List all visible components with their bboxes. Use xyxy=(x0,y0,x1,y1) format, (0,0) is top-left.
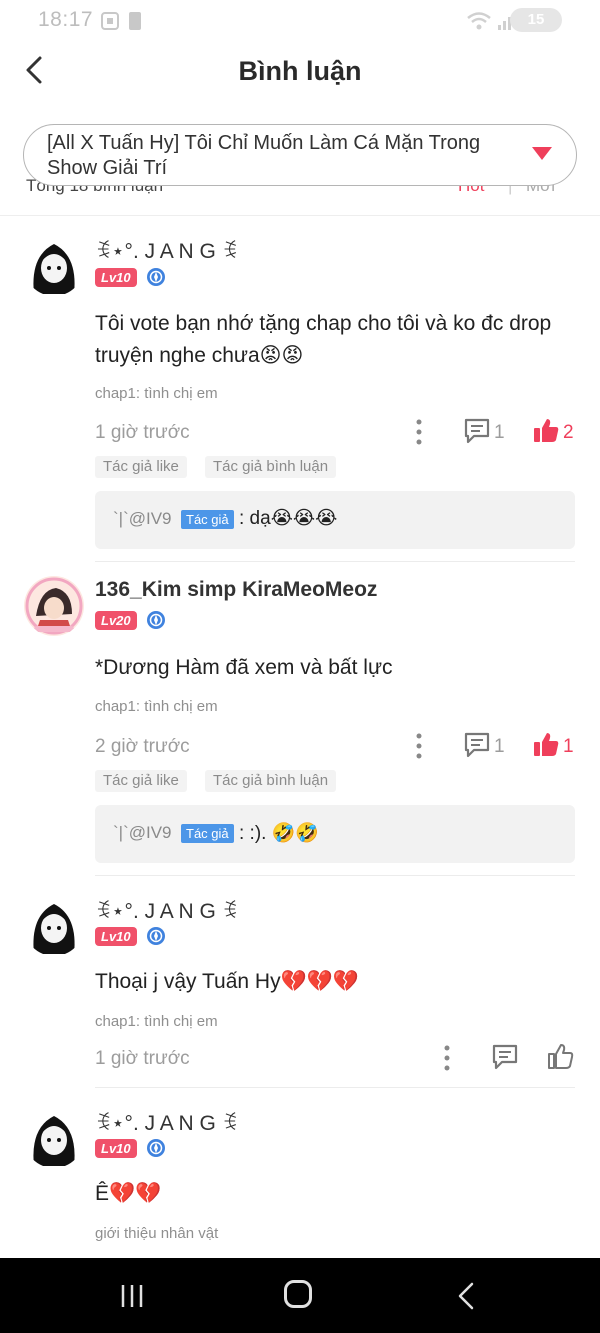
comment-divider xyxy=(95,561,575,562)
reply-icon[interactable] xyxy=(491,1043,519,1071)
author-reply[interactable]: `|`@IV9 Tác giả : :). 🤣🤣 xyxy=(95,805,575,863)
comment-item: ꉂ⋆°. J A N G ꉂ Lv10 Ê💔💔 giới thiệu nhân … xyxy=(0,1102,600,1258)
author-replied-tag: Tác giả bình luận xyxy=(205,770,337,792)
reply-text: : :). 🤣🤣 xyxy=(239,823,320,844)
like-count: 1 xyxy=(563,736,574,757)
more-options-icon[interactable] xyxy=(415,733,423,759)
more-options-icon[interactable] xyxy=(415,419,423,445)
author-liked-tag: Tác giả like xyxy=(95,770,187,792)
comment-chapter: chap1: tình chị em xyxy=(95,385,218,402)
battery-level: 15 xyxy=(527,11,545,28)
recent-apps-icon[interactable] xyxy=(119,1283,145,1309)
verified-icon xyxy=(147,611,165,629)
reply-icon[interactable] xyxy=(463,731,491,759)
comment-chapter: giới thiệu nhân vật xyxy=(95,1225,219,1242)
comment-text: Thoại j vậy Tuấn Hy💔💔💔 xyxy=(95,970,360,993)
comment-username[interactable]: 136_Kim simp KiraMeoMeoz xyxy=(95,578,377,602)
thumbs-up-outline-icon[interactable] xyxy=(546,1042,574,1070)
avatar[interactable] xyxy=(24,896,84,956)
wifi-icon xyxy=(467,12,491,30)
comment-username[interactable]: ꉂ⋆°. J A N G ꉂ xyxy=(95,896,238,924)
author-reply[interactable]: `|`@IV9 Tác giả : dạ😭😭😭 xyxy=(95,491,575,549)
comment-time: 2 giờ trước xyxy=(95,736,190,757)
avatar[interactable] xyxy=(24,576,84,636)
reply-icon[interactable] xyxy=(463,417,491,445)
comment-username[interactable]: ꉂ⋆°. J A N G ꉂ xyxy=(95,236,238,264)
author-replied-tag: Tác giả bình luận xyxy=(205,456,337,478)
avatar[interactable] xyxy=(24,236,84,296)
comment-time: 1 giờ trước xyxy=(95,1048,190,1069)
comment-divider xyxy=(95,875,575,876)
reply-count: 1 xyxy=(494,736,505,757)
more-options-icon[interactable] xyxy=(443,1045,451,1071)
author-liked-tag: Tác giả like xyxy=(95,456,187,478)
comment-username[interactable]: ꉂ⋆°. J A N G ꉂ xyxy=(95,1108,238,1136)
chapter-dropdown[interactable]: [All X Tuấn Hy] Tôi Chỉ Muốn Làm Cá Mặn … xyxy=(23,124,577,186)
verified-icon xyxy=(147,927,165,945)
status-time: 18:17 xyxy=(38,8,94,31)
thumbs-up-icon[interactable] xyxy=(532,730,560,758)
author-badge: Tác giả xyxy=(181,824,234,843)
nav-back-icon[interactable] xyxy=(456,1282,476,1310)
status-bar: 18:17 15 xyxy=(0,0,600,40)
screenshot-icon xyxy=(101,12,119,30)
reply-count: 1 xyxy=(494,422,505,443)
like-count: 2 xyxy=(563,422,574,443)
top-app-bar: Bình luận xyxy=(0,40,600,104)
comment-text: *Dương Hàm đã xem và bất lực xyxy=(95,656,393,679)
comment-divider xyxy=(95,1087,575,1088)
page-title: Bình luận xyxy=(238,56,362,86)
level-badge: Lv10 xyxy=(95,268,137,287)
author-badge: Tác giả xyxy=(181,510,234,529)
caret-down-icon xyxy=(532,147,552,160)
comment-chapter: chap1: tình chị em xyxy=(95,698,218,715)
verified-icon xyxy=(147,1139,165,1157)
comment-item: ꉂ⋆°. J A N G ꉂ Lv10 Thoại j vậy Tuấn Hy💔… xyxy=(0,890,600,1086)
avatar[interactable] xyxy=(24,1108,84,1168)
verified-icon xyxy=(147,268,165,286)
comment-chapter: chap1: tình chị em xyxy=(95,1013,218,1030)
thumbs-up-icon[interactable] xyxy=(532,416,560,444)
comment-text: Ê💔💔 xyxy=(95,1182,162,1205)
comment-text: Tôi vote bạn nhớ tặng chap cho tôi và ko… xyxy=(95,312,552,367)
comment-time: 1 giờ trước xyxy=(95,422,190,443)
reply-author-name: `|`@IV9 xyxy=(113,509,172,528)
home-icon[interactable] xyxy=(284,1280,312,1308)
level-badge: Lv10 xyxy=(95,927,137,946)
sim-card-icon xyxy=(129,12,141,30)
comment-item: 136_Kim simp KiraMeoMeoz Lv20 *Dương Hàm… xyxy=(0,574,600,874)
system-nav-bar xyxy=(0,1258,600,1333)
chapter-dropdown-value: [All X Tuấn Hy] Tôi Chỉ Muốn Làm Cá Mặn … xyxy=(47,132,481,179)
battery-indicator: 15 xyxy=(510,8,562,32)
reply-text: : dạ😭😭😭 xyxy=(239,508,338,529)
comment-item: ꉂ⋆°. J A N G ꉂ Lv10 Tôi vote bạn nhớ tặn… xyxy=(0,230,600,560)
reply-author-name: `|`@IV9 xyxy=(113,823,172,842)
level-badge: Lv10 xyxy=(95,1139,137,1158)
level-badge: Lv20 xyxy=(95,611,137,630)
